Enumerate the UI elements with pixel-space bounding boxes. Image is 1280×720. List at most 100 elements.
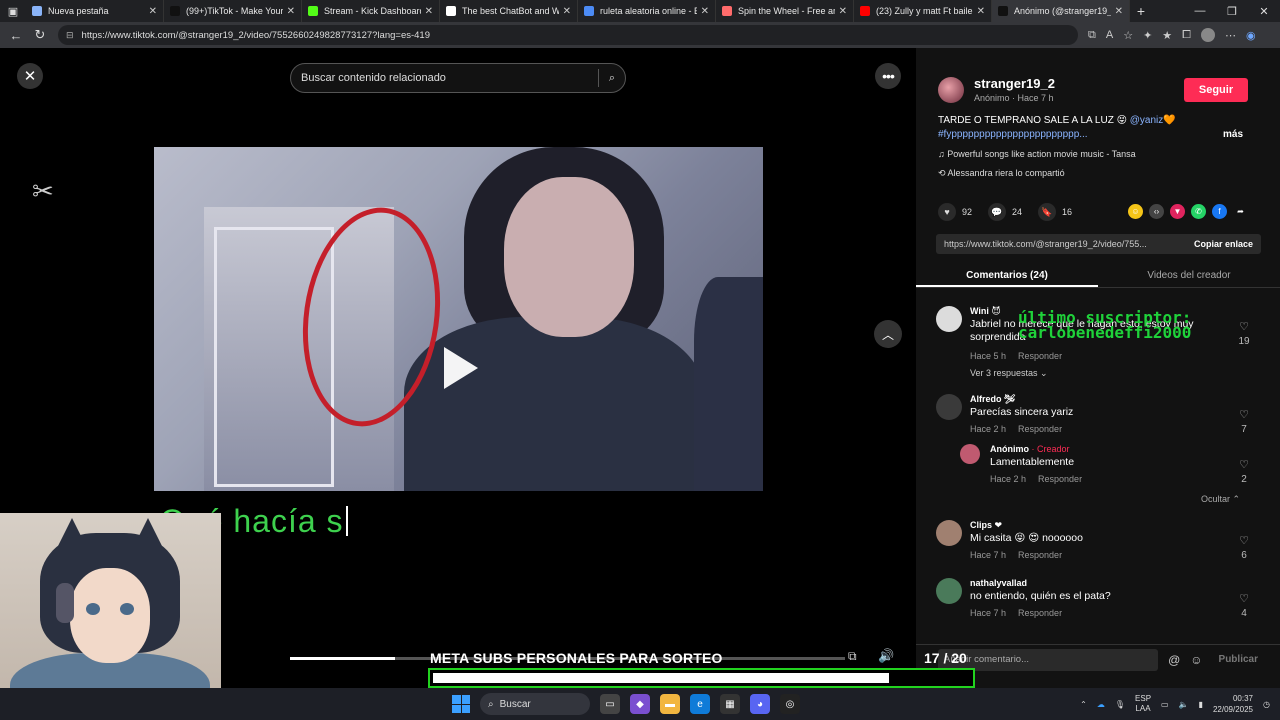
close-tab-icon[interactable]: ✕ <box>563 6 571 17</box>
back-button[interactable]: ← <box>4 28 28 43</box>
copy-link-button[interactable]: Copiar enlace <box>1194 239 1253 249</box>
music-link[interactable]: ♫ Powerful songs like action movie music… <box>938 149 1136 159</box>
copilot-app-icon[interactable]: ◆ <box>630 694 650 714</box>
browser-tab[interactable]: Stream - Kick Dashboard ✕ <box>302 0 440 22</box>
extensions-icon[interactable]: ✦ <box>1143 29 1152 42</box>
video-frame[interactable] <box>154 147 763 491</box>
more-options-button[interactable]: ••• <box>875 63 901 89</box>
comment-author[interactable]: Alfredo 🛩 <box>970 394 1015 405</box>
related-search-input[interactable]: Buscar contenido relacionado <box>301 72 446 84</box>
windows-start-icon[interactable] <box>452 695 470 713</box>
url-field[interactable]: ⊟ https://www.tiktok.com/@stranger19_2/v… <box>58 25 1078 45</box>
comment-avatar[interactable] <box>936 394 962 420</box>
favorite-star-icon[interactable]: ☆ <box>1123 29 1133 42</box>
language-indicator[interactable]: ESP LAA <box>1135 694 1151 714</box>
mention-link[interactable]: @yaniz🧡 <box>1130 115 1176 126</box>
clock[interactable]: 00:37 22/09/2025 <box>1213 693 1253 715</box>
browser-tab[interactable]: ruleta aleatoria online - Búsqueda ✕ <box>578 0 716 22</box>
comment-author[interactable]: Anónimo · Creador <box>990 444 1070 454</box>
emoji-icon[interactable]: ☺ <box>1190 653 1202 667</box>
comment-avatar[interactable] <box>960 444 980 464</box>
obs-icon[interactable]: ◎ <box>780 694 800 714</box>
comment-like-icon[interactable]: ♡ <box>1236 320 1252 333</box>
file-explorer-icon[interactable]: ▬ <box>660 694 680 714</box>
follow-button[interactable]: Seguir <box>1184 78 1248 102</box>
close-tab-icon[interactable]: ✕ <box>977 6 985 17</box>
previous-video-button[interactable]: ︿ <box>874 320 902 348</box>
share-arrow-icon[interactable]: ➦ <box>1233 204 1248 219</box>
restore-button[interactable]: ❐ <box>1216 5 1248 18</box>
new-tab-button[interactable]: + <box>1130 3 1152 19</box>
close-tab-icon[interactable]: ✕ <box>287 6 295 17</box>
like-button[interactable]: ♥ 92 <box>938 203 972 221</box>
whatsapp-icon[interactable]: ✆ <box>1191 204 1206 219</box>
close-tab-icon[interactable]: ✕ <box>149 6 157 17</box>
close-window-button[interactable]: ✕ <box>1248 5 1280 18</box>
comment-author[interactable]: Wini 😈 <box>970 306 1001 317</box>
search-icon[interactable]: ⌕ <box>609 72 615 85</box>
microphone-icon[interactable]: 🎙 <box>1115 700 1125 709</box>
reply-button[interactable]: Responder <box>1038 474 1082 484</box>
comment-avatar[interactable] <box>936 306 962 332</box>
notifications-icon[interactable]: ◷ <box>1263 700 1270 709</box>
comment-like-icon[interactable]: ♡ <box>1236 592 1252 605</box>
close-tab-icon[interactable]: ✕ <box>425 6 433 17</box>
picture-in-picture-icon[interactable]: ⧉ <box>848 649 857 664</box>
tray-overflow-icon[interactable]: ⌃ <box>1080 700 1087 709</box>
more-link[interactable]: más <box>1223 129 1243 140</box>
comment-author[interactable]: Clips ❤ <box>970 520 1002 531</box>
close-video-button[interactable]: ✕ <box>17 63 43 89</box>
close-tab-icon[interactable]: ✕ <box>839 6 847 17</box>
volume-icon[interactable]: 🔊 <box>878 648 894 664</box>
comment-like-icon[interactable]: ♡ <box>1236 458 1252 471</box>
save-button[interactable]: 🔖 16 <box>1038 203 1072 221</box>
view-replies-button[interactable]: Ver 3 respuestas ⌄ <box>970 368 1048 379</box>
embed-icon[interactable]: ‹› <box>1149 204 1164 219</box>
copilot-icon[interactable]: ◉ <box>1246 29 1256 42</box>
hashtag-link[interactable]: #fyppppppppppppppppppppppp... <box>938 129 1088 140</box>
author-name[interactable]: stranger19_2 <box>974 76 1055 91</box>
play-icon[interactable] <box>444 347 478 389</box>
store-icon[interactable]: ▦ <box>720 694 740 714</box>
collections-icon[interactable]: ⧠ <box>1182 29 1191 42</box>
reload-button[interactable]: ↻ <box>28 27 52 43</box>
tiktok-share-icon[interactable]: ▼ <box>1170 204 1185 219</box>
facebook-icon[interactable]: f <box>1212 204 1227 219</box>
favorites-icon[interactable]: ★ <box>1162 29 1172 42</box>
comment-avatar[interactable] <box>936 520 962 546</box>
task-view-icon[interactable]: ▭ <box>600 694 620 714</box>
reply-button[interactable]: Responder <box>1018 424 1062 434</box>
close-tab-icon[interactable]: ✕ <box>701 6 709 17</box>
close-tab-icon[interactable]: ✕ <box>1115 6 1123 17</box>
related-search-box[interactable]: Buscar contenido relacionado ⌕ <box>290 63 626 93</box>
mention-icon[interactable]: @ <box>1168 653 1180 667</box>
comment-like-icon[interactable]: ♡ <box>1236 534 1252 547</box>
read-aloud-icon[interactable]: A <box>1106 29 1113 41</box>
settings-menu-icon[interactable]: ⋯ <box>1225 29 1236 42</box>
taskbar-search[interactable]: ⌕ Buscar <box>480 693 590 715</box>
author-avatar[interactable] <box>938 77 964 103</box>
comment-like-icon[interactable]: ♡ <box>1236 408 1252 421</box>
browser-tab[interactable]: Nueva pestaña ✕ <box>26 0 164 22</box>
window-menu-icon[interactable]: ▣ <box>0 0 26 22</box>
edge-browser-icon[interactable]: e <box>690 694 710 714</box>
minimize-button[interactable]: — <box>1184 5 1216 18</box>
reply-button[interactable]: Responder <box>1018 351 1062 361</box>
reply-button[interactable]: Responder <box>1018 550 1062 560</box>
comment-button[interactable]: 💬 24 <box>988 203 1022 221</box>
onedrive-icon[interactable]: ☁ <box>1097 700 1105 709</box>
tab-comments[interactable]: Comentarios (24) <box>916 264 1098 287</box>
comment-avatar[interactable] <box>936 578 962 604</box>
browser-tab[interactable]: Anónimo (@stranger19_2) ✕ <box>992 0 1130 22</box>
browser-tab[interactable]: Spin the Wheel - Free and Easy ✕ <box>716 0 854 22</box>
browser-tab[interactable]: The best ChatBot and Widgets ✕ <box>440 0 578 22</box>
comment-author[interactable]: nathalyvallad <box>970 578 1027 588</box>
hide-replies-button[interactable]: Ocultar ⌃ <box>1201 494 1240 505</box>
site-info-icon[interactable]: ⊟ <box>66 30 74 41</box>
emoji-share-icon[interactable]: ☺ <box>1128 204 1143 219</box>
profile-avatar[interactable] <box>1200 28 1215 42</box>
display-icon[interactable]: ▭ <box>1161 700 1169 709</box>
browser-tab[interactable]: (99+)TikTok - Make Your Day ✕ <box>164 0 302 22</box>
speaker-icon[interactable]: 🔈 <box>1179 700 1189 709</box>
battery-icon[interactable]: ▮ <box>1199 700 1203 709</box>
